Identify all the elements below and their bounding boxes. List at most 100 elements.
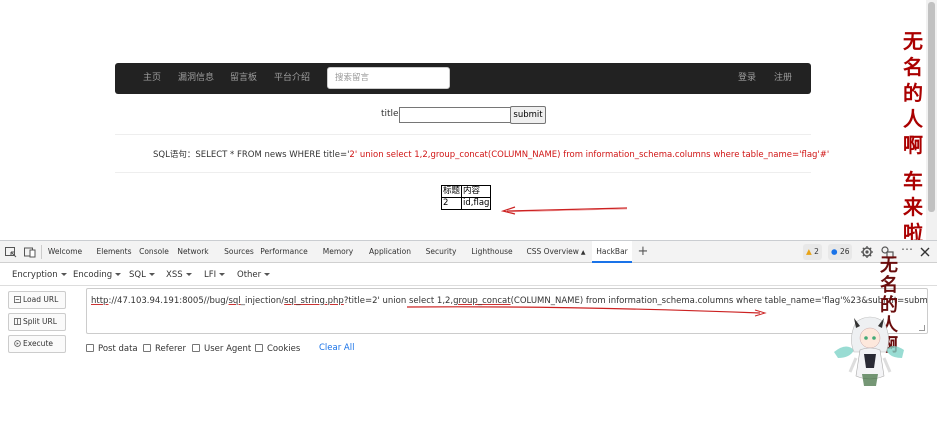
tab-welcome[interactable]: Welcome [43, 241, 87, 263]
execute-button[interactable]: Execute [8, 335, 66, 353]
sql-statement: SQL语句：SELECT * FROM news WHERE title='2'… [153, 148, 829, 160]
post-data-option[interactable]: Post data [86, 344, 138, 356]
menu-encryption-label: Encryption [12, 270, 58, 280]
devtools-right-controls: ▲ 2 ● 26 ⋯ [803, 242, 933, 260]
menu-other[interactable]: Other [237, 264, 271, 286]
watermark-char: 来 [903, 195, 923, 219]
watermark-gap [900, 158, 926, 168]
result-table: 标题 内容 2 id,flag [440, 185, 492, 210]
tab-network[interactable]: Network [174, 241, 212, 263]
tab-hackbar[interactable]: HackBar [592, 241, 632, 263]
menu-xss[interactable]: XSS [166, 264, 192, 286]
gear-icon[interactable] [860, 245, 874, 259]
login-link[interactable]: 登录 [738, 63, 756, 94]
chevron-down-icon [148, 273, 155, 276]
menu-sql[interactable]: SQL [129, 264, 155, 286]
post-data-label: Post data [98, 344, 138, 354]
page-scrollbar[interactable] [926, 0, 937, 240]
user-agent-option[interactable]: User Agent [192, 344, 251, 356]
search-input[interactable]: 搜索留言 [327, 67, 450, 89]
warnings-badge[interactable]: ▲ 2 [803, 244, 822, 260]
add-tab-icon[interactable]: + [636, 241, 650, 263]
resize-handle[interactable] [919, 325, 925, 331]
load-url-button[interactable]: Load URL [8, 291, 66, 309]
annotation-arrow [500, 206, 628, 215]
warnings-count: 2 [814, 247, 819, 256]
nav-link-board[interactable]: 留言板 [230, 63, 257, 94]
sql-prefix: SQL语句：SELECT * FROM news WHERE title=' [153, 150, 350, 160]
watermark-char: 车 [903, 169, 923, 193]
menu-encoding-label: Encoding [73, 270, 113, 280]
warning-icon: ▲ [806, 247, 812, 256]
scrollbar-thumb[interactable] [928, 2, 935, 212]
split-url-button[interactable]: Split URL [8, 313, 66, 331]
more-options-icon[interactable]: ⋯ [901, 242, 913, 256]
chevron-down-icon [185, 273, 192, 276]
tab-performance[interactable]: Performance [260, 241, 308, 263]
submit-button[interactable]: submit [510, 106, 546, 124]
device-toolbar-icon[interactable] [23, 245, 37, 259]
chevron-down-icon [219, 273, 226, 276]
nav-link-about[interactable]: 平台介绍 [274, 63, 310, 94]
hackbar-menubar: Encryption Encoding SQL XSS LFI Other [0, 264, 937, 286]
tab-elements[interactable]: Elements [95, 241, 133, 263]
table-cell: 2 [440, 197, 463, 210]
cookies-checkbox[interactable] [255, 344, 263, 352]
referer-checkbox[interactable] [143, 344, 151, 352]
close-icon[interactable] [919, 246, 931, 258]
menu-lfi[interactable]: LFI [204, 264, 226, 286]
anime-character-image [834, 316, 904, 386]
watermark-char: 人 [903, 107, 923, 131]
load-icon [14, 296, 21, 303]
clear-all-link[interactable]: Clear All [319, 343, 354, 353]
divider [115, 172, 811, 173]
devtools-tabbar: Welcome Elements Console Network Sources… [0, 241, 937, 263]
separator [41, 245, 42, 259]
tab-lighthouse[interactable]: Lighthouse [470, 241, 514, 263]
menu-encoding[interactable]: Encoding [73, 264, 122, 286]
url-segment: sql_string.php [284, 296, 344, 306]
referer-option[interactable]: Referer [143, 344, 186, 356]
issues-badge[interactable]: ● 26 [828, 244, 853, 260]
tab-console[interactable]: Console [136, 241, 172, 263]
execute-label: Execute [23, 339, 53, 348]
tab-sources[interactable]: Sources [222, 241, 256, 263]
split-url-label: Split URL [23, 317, 57, 326]
watermark-text: 无 名 的 人 啊 车 来 啦 [900, 28, 926, 246]
nav-link-home[interactable]: 主页 [143, 63, 161, 94]
flask-icon: ▲ [580, 249, 586, 256]
url-scheme: http [91, 296, 109, 306]
tab-memory[interactable]: Memory [320, 241, 356, 263]
chevron-down-icon [60, 273, 67, 276]
chevron-down-icon [115, 273, 122, 276]
url-host-path: ://47.103.94.191:8005//bug/ [108, 296, 229, 306]
menu-other-label: Other [237, 270, 262, 280]
user-agent-checkbox[interactable] [192, 344, 200, 352]
web-page: 主页 漏洞信息 留言板 平台介绍 搜索留言 登录 注册 title: submi… [0, 0, 937, 245]
menu-xss-label: XSS [166, 270, 183, 280]
cookies-option[interactable]: Cookies [255, 344, 300, 356]
issues-icon: ● [831, 247, 838, 256]
tab-security[interactable]: Security [424, 241, 458, 263]
register-link[interactable]: 注册 [774, 63, 792, 94]
play-icon [14, 340, 21, 347]
watermark-char: 名 [903, 55, 923, 79]
url-mid: _injection/ [240, 296, 285, 306]
post-data-checkbox[interactable] [86, 344, 94, 352]
user-agent-label: User Agent [204, 344, 252, 354]
tab-css-overview[interactable]: CSS Overview ▲ [526, 241, 586, 263]
menu-sql-label: SQL [129, 270, 146, 280]
split-icon [14, 318, 21, 325]
inspect-icon[interactable] [4, 245, 18, 259]
table-header: 内容 [461, 185, 492, 198]
table-cell: id,flag [461, 197, 492, 210]
title-input[interactable] [399, 107, 511, 123]
issues-count: 26 [839, 247, 850, 256]
table-header: 标题 [440, 185, 463, 198]
nav-link-vulns[interactable]: 漏洞信息 [178, 63, 214, 94]
menu-encryption[interactable]: Encryption [12, 264, 67, 286]
watermark-char: 名 [880, 275, 898, 296]
tab-application[interactable]: Application [367, 241, 413, 263]
screen: 主页 漏洞信息 留言板 平台介绍 搜索留言 登录 注册 title: submi… [0, 0, 937, 434]
table-row: 2 id,flag [440, 197, 492, 210]
